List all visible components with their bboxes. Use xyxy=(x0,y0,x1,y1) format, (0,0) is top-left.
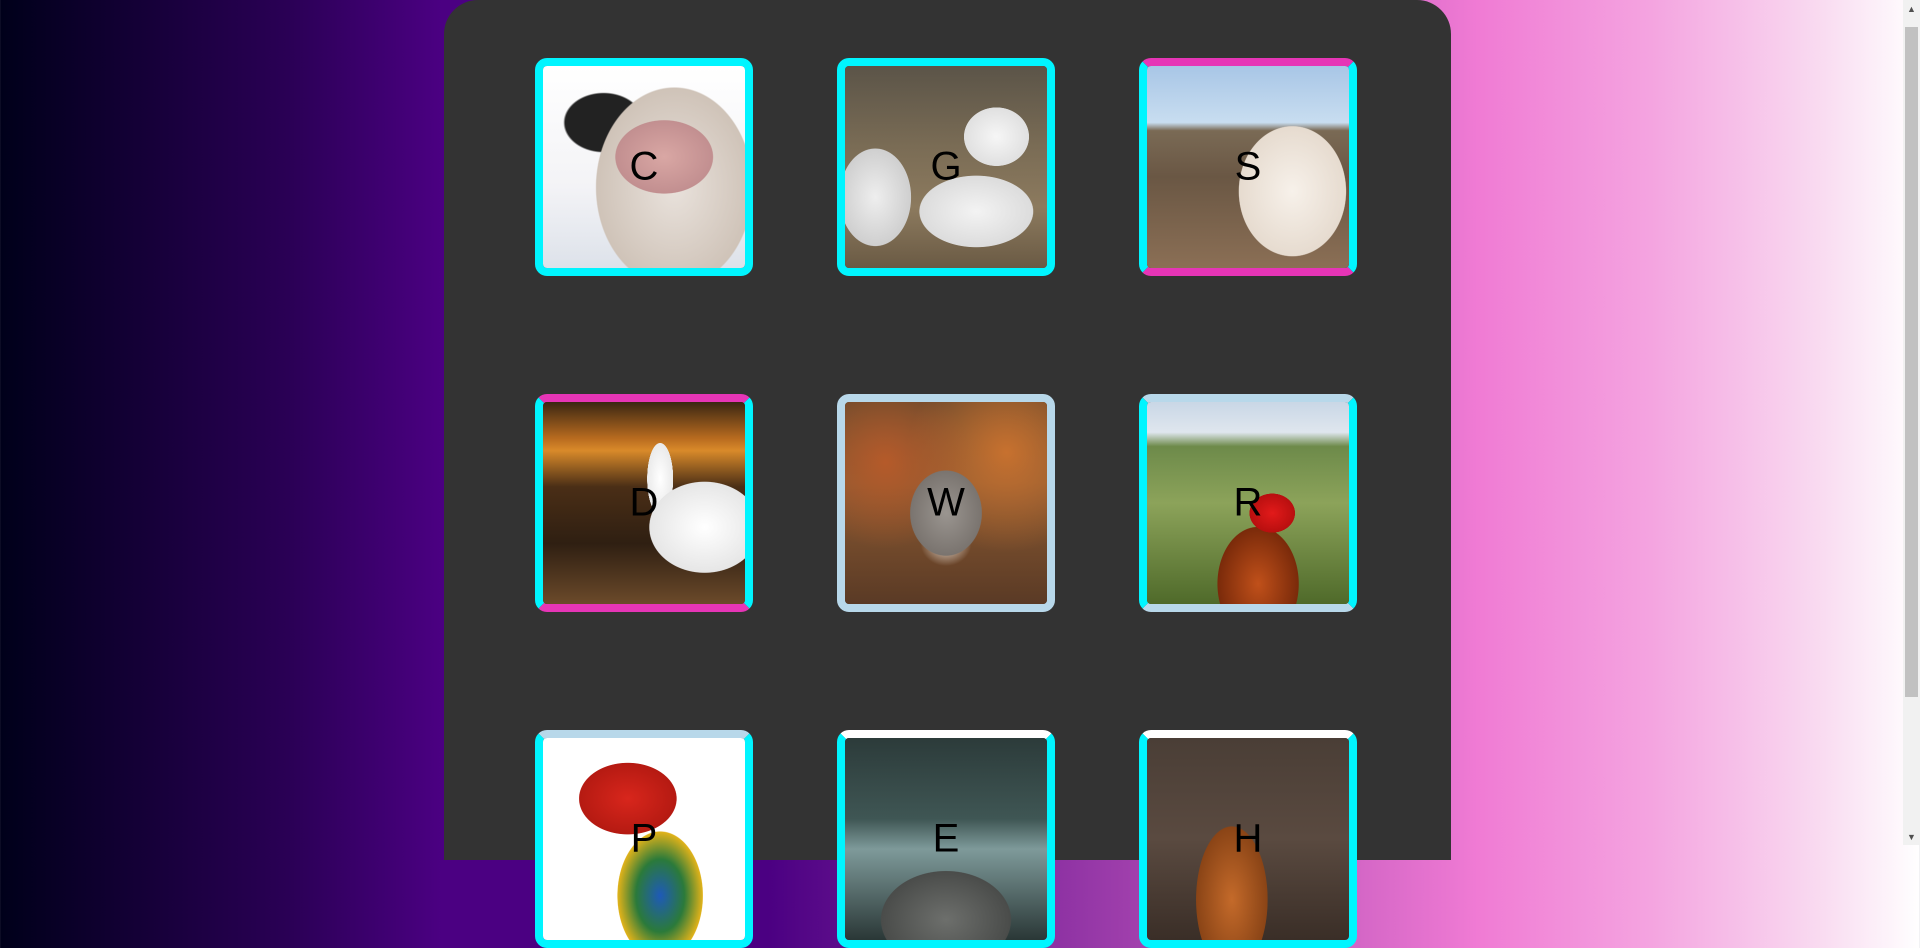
card-letter: H xyxy=(1233,816,1263,861)
card-horse[interactable]: H xyxy=(1139,730,1357,948)
card-letter: P xyxy=(630,816,658,861)
card-cow[interactable]: C xyxy=(535,58,753,276)
card-letter: C xyxy=(629,144,659,189)
game-board-panel: C G S D W R P E H xyxy=(444,0,1451,948)
card-letter: D xyxy=(629,480,659,525)
card-duck[interactable]: D xyxy=(535,394,753,612)
vertical-scrollbar[interactable]: ▲ ▼ xyxy=(1903,0,1920,845)
card-rooster[interactable]: R xyxy=(1139,394,1357,612)
card-sheep[interactable]: S xyxy=(1139,58,1357,276)
card-grid: C G S D W R P E H xyxy=(535,58,1357,948)
triangle-up-icon[interactable]: ▲ xyxy=(1903,0,1920,17)
scrollbar-thumb[interactable] xyxy=(1905,27,1918,697)
card-parrot[interactable]: P xyxy=(535,730,753,948)
card-wolf[interactable]: W xyxy=(837,394,1055,612)
card-elephant[interactable]: E xyxy=(837,730,1055,948)
card-letter: W xyxy=(927,480,965,525)
triangle-down-icon[interactable]: ▼ xyxy=(1903,828,1920,845)
card-letter: G xyxy=(930,144,962,189)
card-goat[interactable]: G xyxy=(837,58,1055,276)
card-letter: R xyxy=(1233,480,1263,525)
card-letter: E xyxy=(932,816,960,861)
card-letter: S xyxy=(1234,144,1262,189)
